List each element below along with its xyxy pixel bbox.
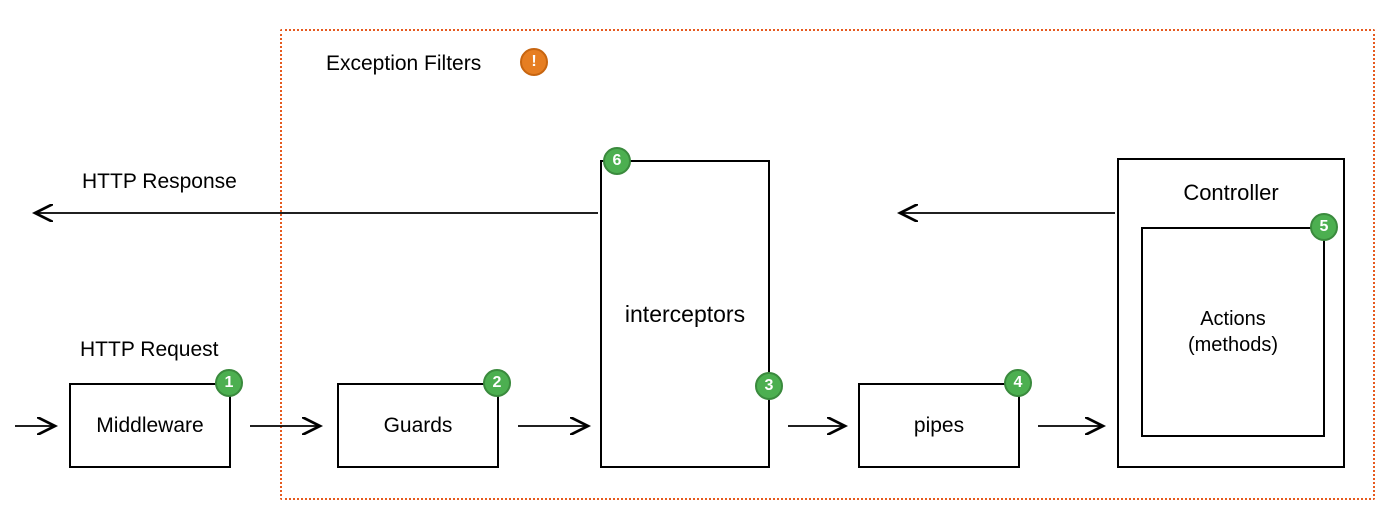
interceptors-text: interceptors — [625, 301, 745, 328]
exception-filters-label: Exception Filters — [326, 52, 481, 76]
badge-4: 4 — [1004, 369, 1032, 397]
interceptors-box: interceptors — [600, 160, 770, 468]
middleware-text: Middleware — [96, 414, 203, 438]
badge-5: 5 — [1310, 213, 1338, 241]
pipes-box: pipes — [858, 383, 1020, 468]
middleware-box: Middleware — [69, 383, 231, 468]
controller-inner-box: Actions (methods) — [1141, 227, 1325, 437]
badge-2-text: 2 — [493, 374, 502, 392]
http-request-label: HTTP Request — [80, 338, 219, 362]
pipes-text: pipes — [914, 414, 964, 438]
badge-1: 1 — [215, 369, 243, 397]
badge-3-text: 3 — [765, 377, 774, 395]
badge-5-text: 5 — [1320, 218, 1329, 236]
badge-3: 3 — [755, 372, 783, 400]
guards-text: Guards — [384, 414, 453, 438]
badge-1-text: 1 — [225, 374, 234, 392]
diagram-stage: Exception Filters ! HTTP Response HTTP R… — [0, 0, 1397, 512]
badge-6-text: 6 — [613, 152, 622, 170]
guards-box: Guards — [337, 383, 499, 468]
controller-title: Controller — [1119, 180, 1343, 206]
exclamation-text: ! — [531, 53, 536, 71]
http-response-label: HTTP Response — [82, 170, 237, 194]
controller-box: Controller Actions (methods) — [1117, 158, 1345, 468]
exclamation-icon: ! — [520, 48, 548, 76]
badge-4-text: 4 — [1014, 374, 1023, 392]
badge-6: 6 — [603, 147, 631, 175]
badge-2: 2 — [483, 369, 511, 397]
